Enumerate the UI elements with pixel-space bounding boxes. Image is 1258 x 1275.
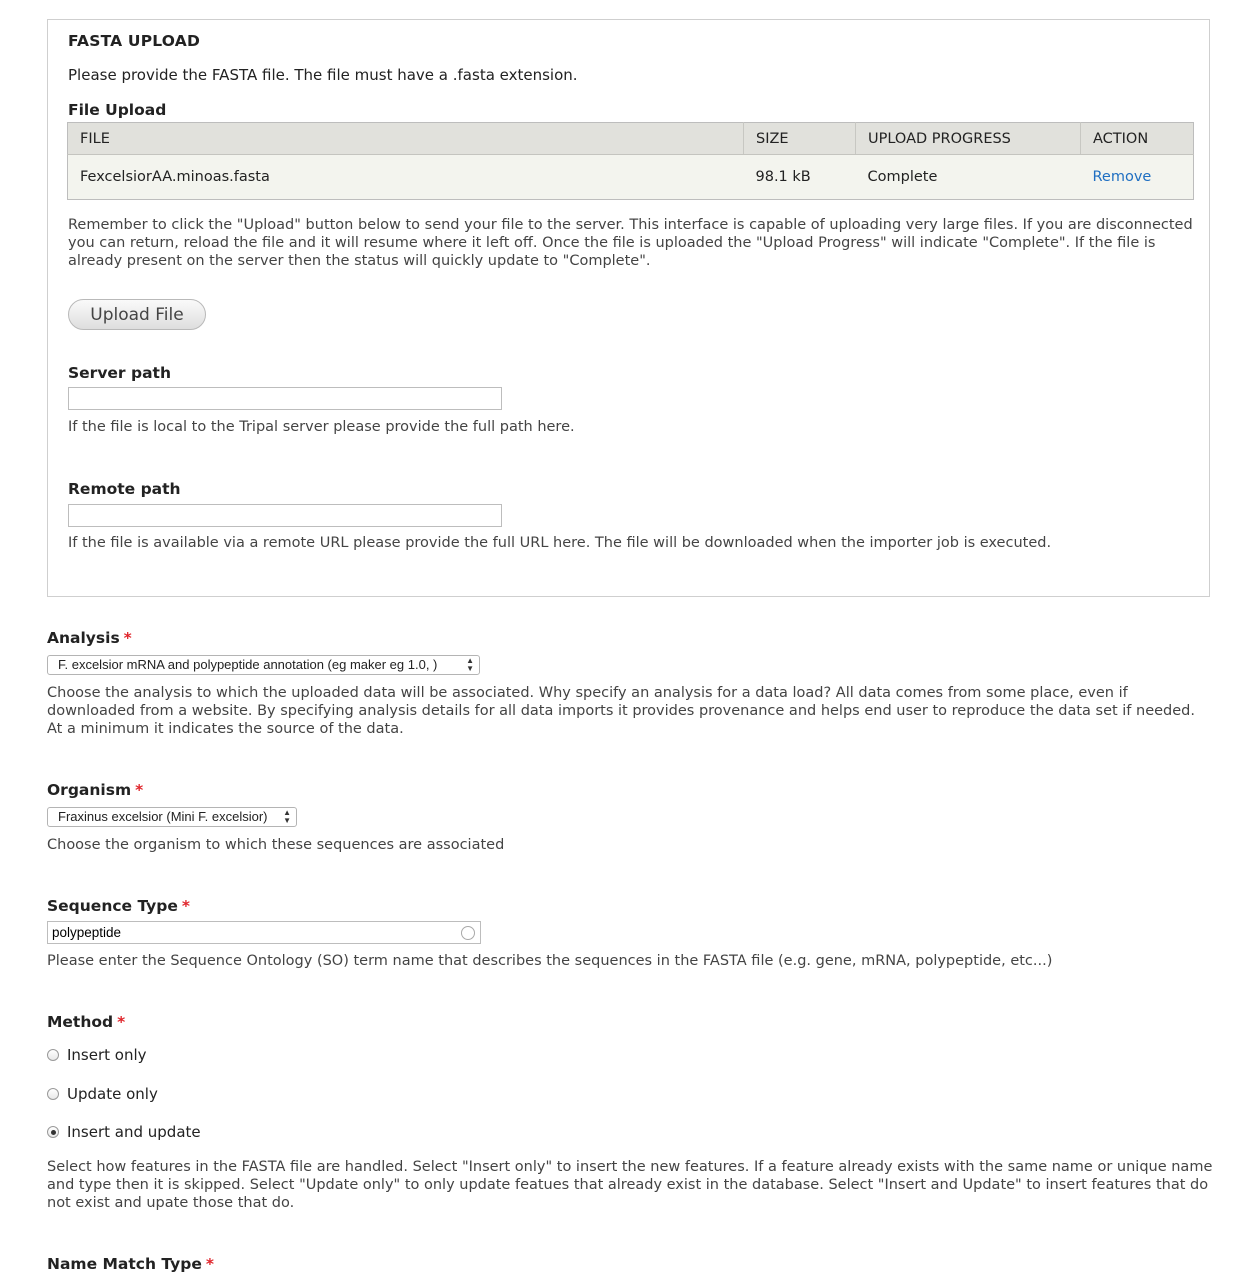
required-marker: * bbox=[117, 1013, 126, 1031]
remote-path-help: If the file is available via a remote UR… bbox=[68, 535, 1052, 551]
organism-selected-value: Fraxinus excelsior (Mini F. excelsior) bbox=[58, 809, 268, 824]
required-marker: * bbox=[135, 781, 144, 799]
organism-label: Organism * bbox=[47, 781, 143, 799]
method-label: Method * bbox=[47, 1013, 125, 1031]
select-arrows-icon: ▲ ▼ bbox=[466, 656, 474, 673]
fieldset-intro: Please provide the FASTA file. The file … bbox=[68, 66, 578, 84]
name-match-type-label: Name Match Type * bbox=[47, 1255, 214, 1273]
required-marker: * bbox=[205, 1255, 214, 1273]
sequence-type-label-text: Sequence Type bbox=[47, 897, 178, 915]
upload-table: FILE SIZE UPLOAD PROGRESS ACTION Fexcels… bbox=[67, 122, 1194, 200]
analysis-label-text: Analysis bbox=[47, 629, 120, 647]
upload-file-button[interactable]: Upload File bbox=[68, 299, 206, 330]
server-path-help: If the file is local to the Tripal serve… bbox=[68, 419, 575, 435]
radio-label: Insert only bbox=[67, 1046, 147, 1064]
column-header-size: SIZE bbox=[743, 122, 856, 155]
select-arrows-icon: ▲ ▼ bbox=[283, 808, 291, 825]
name-match-type-label-text: Name Match Type bbox=[47, 1255, 202, 1273]
radio-button[interactable] bbox=[47, 1049, 59, 1061]
sequence-type-help: Please enter the Sequence Ontology (SO) … bbox=[47, 953, 1053, 969]
organism-select[interactable]: Fraxinus excelsior (Mini F. excelsior) ▲… bbox=[47, 807, 297, 827]
method-help: Select how features in the FASTA file ar… bbox=[47, 1159, 1213, 1211]
file-name-cell: FexcelsiorAA.minoas.fasta bbox=[67, 154, 744, 200]
column-header-file: FILE bbox=[67, 122, 744, 155]
autocomplete-throbber-icon bbox=[461, 926, 475, 940]
radio-button-checked[interactable] bbox=[47, 1126, 59, 1138]
fasta-upload-fieldset: FASTA UPLOAD Please provide the FASTA fi… bbox=[47, 19, 1210, 597]
analysis-selected-value: F. excelsior mRNA and polypeptide annota… bbox=[58, 657, 438, 672]
sequence-type-label: Sequence Type * bbox=[47, 897, 190, 915]
analysis-help: Choose the analysis to which the uploade… bbox=[47, 685, 1195, 737]
upload-progress-cell: Complete bbox=[855, 154, 1081, 200]
remote-path-input[interactable] bbox=[68, 504, 502, 527]
method-option-insert-only[interactable]: Insert only bbox=[47, 1046, 147, 1064]
required-marker: * bbox=[181, 897, 191, 915]
fieldset-legend: FASTA UPLOAD bbox=[68, 32, 201, 50]
upload-table-header: FILE SIZE UPLOAD PROGRESS ACTION bbox=[67, 122, 1194, 155]
required-marker: * bbox=[123, 629, 132, 647]
table-row: FexcelsiorAA.minoas.fasta 98.1 kB Comple… bbox=[67, 154, 1194, 200]
column-header-upload-progress: UPLOAD PROGRESS bbox=[855, 122, 1081, 155]
column-header-action: ACTION bbox=[1080, 122, 1194, 155]
file-size-cell: 98.1 kB bbox=[743, 154, 856, 200]
remote-path-label: Remote path bbox=[68, 480, 181, 498]
server-path-label: Server path bbox=[68, 364, 171, 382]
file-upload-label: File Upload bbox=[68, 101, 167, 119]
upload-help-text: Remember to click the "Upload" button be… bbox=[68, 217, 1193, 269]
method-option-insert-and-update[interactable]: Insert and update bbox=[47, 1123, 201, 1141]
organism-label-text: Organism bbox=[47, 781, 132, 799]
remove-link[interactable]: Remove bbox=[1093, 169, 1152, 185]
analysis-select[interactable]: F. excelsior mRNA and polypeptide annota… bbox=[47, 655, 480, 675]
server-path-input[interactable] bbox=[68, 387, 502, 410]
analysis-label: Analysis * bbox=[47, 629, 132, 647]
radio-button[interactable] bbox=[47, 1088, 59, 1100]
action-cell: Remove bbox=[1080, 154, 1194, 200]
radio-label: Insert and update bbox=[67, 1123, 201, 1141]
radio-label: Update only bbox=[67, 1085, 158, 1103]
method-label-text: Method bbox=[47, 1013, 114, 1031]
sequence-type-input[interactable] bbox=[47, 921, 481, 944]
organism-help: Choose the organism to which these seque… bbox=[47, 837, 505, 853]
method-option-update-only[interactable]: Update only bbox=[47, 1085, 158, 1103]
